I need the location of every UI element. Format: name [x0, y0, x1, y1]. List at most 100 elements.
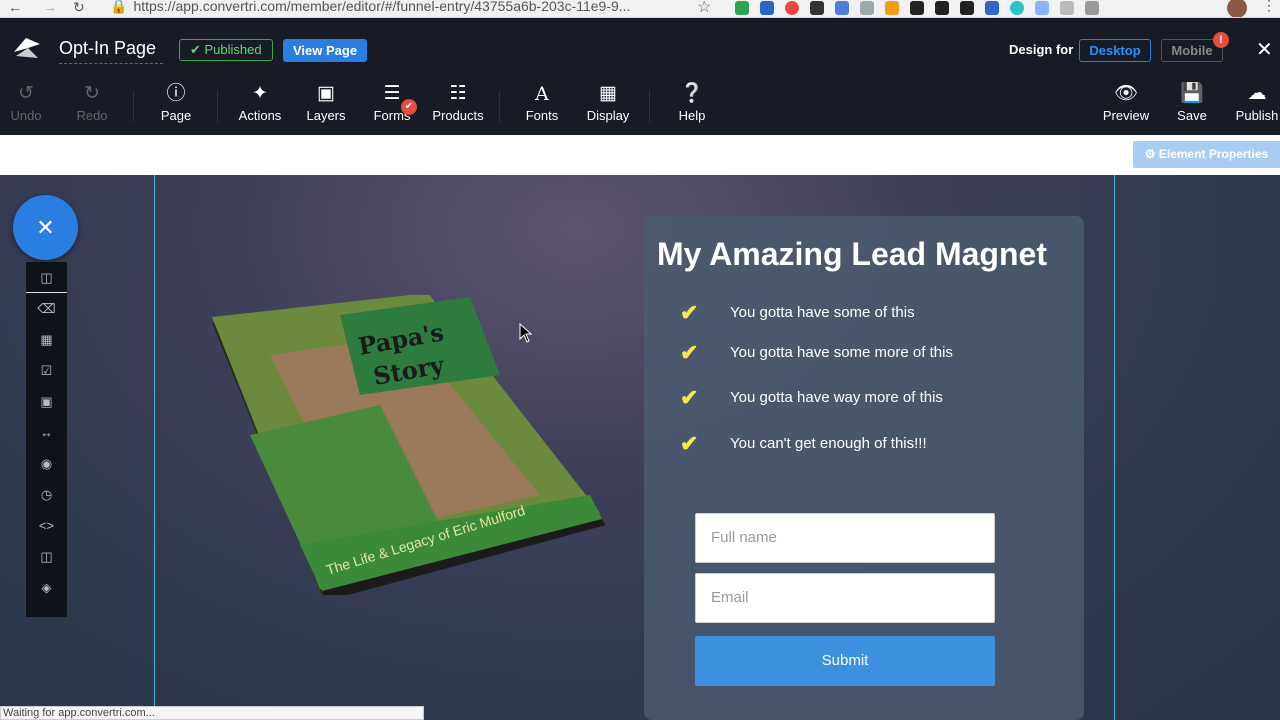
forward-icon[interactable]: →	[43, 0, 57, 15]
extension-icon[interactable]	[1035, 1, 1049, 15]
help-button[interactable]: ❔ Help	[657, 82, 727, 123]
toolbar-divider	[649, 92, 650, 122]
page-button[interactable]: ⓘ Page	[141, 82, 211, 123]
fonts-label: Fonts	[525, 108, 559, 123]
check-icon: ✔	[680, 385, 699, 410]
section-tool-icon[interactable]: ◫	[26, 262, 67, 293]
element-properties-button[interactable]: ⚙ Element Properties	[1133, 141, 1280, 168]
address-bar[interactable]: 🔒 https://app.convertri.com/member/editor…	[110, 0, 720, 17]
code-tool-icon[interactable]: <>	[26, 510, 67, 541]
products-label: Products	[432, 108, 484, 123]
undo-label: Undo	[10, 108, 42, 123]
element-tools-panel: ◫ ⌫ ▦ ☑ ▣ ↔ ◉ ◷ <> ◫ ◈	[26, 262, 67, 617]
timer-tool-icon[interactable]: ◷	[26, 479, 67, 510]
form-tool-icon[interactable]: ☑	[26, 355, 67, 386]
extension-icon[interactable]	[785, 1, 799, 15]
preview-button[interactable]: 👁 Preview	[1091, 82, 1161, 123]
extension-icon[interactable]	[985, 1, 999, 15]
extension-icon[interactable]	[1010, 1, 1024, 15]
view-page-button[interactable]: View Page	[283, 39, 368, 62]
extension-icon[interactable]	[810, 1, 824, 15]
redo-button[interactable]: ↻ Redo	[57, 82, 127, 123]
text-tool-icon[interactable]: ⌫	[26, 293, 67, 324]
bullet-item[interactable]: ✔ You can't get enough of this!!!	[680, 431, 1050, 457]
bullet-item[interactable]: ✔ You gotta have way more of this	[680, 385, 1050, 411]
publish-label: Publish	[1235, 108, 1279, 123]
page-title[interactable]: Opt-In Page	[59, 38, 163, 64]
box-tool-icon[interactable]: ▣	[26, 386, 67, 417]
submit-button[interactable]: Submit	[695, 636, 995, 686]
layers-button[interactable]: ▣ Layers	[291, 82, 361, 123]
publish-button[interactable]: ☁ Publish	[1222, 82, 1280, 123]
fullname-field[interactable]: Full name	[695, 513, 995, 563]
help-label: Help	[678, 108, 706, 123]
lead-magnet-title[interactable]: My Amazing Lead Magnet	[657, 236, 1077, 273]
published-badge[interactable]: ✔ Published	[179, 39, 273, 61]
actions-button[interactable]: ✦ Actions	[225, 82, 295, 123]
desktop-button[interactable]: Desktop	[1079, 39, 1151, 62]
ebook-cover: Papa's Story The Life & Legacy of Eric M…	[212, 293, 606, 601]
browser-menu-icon[interactable]: ⋮	[1262, 0, 1276, 14]
properties-strip	[0, 135, 1280, 175]
extension-icon[interactable]	[910, 1, 924, 15]
email-field[interactable]: Email	[695, 573, 995, 623]
image-tool-icon[interactable]: ▦	[26, 324, 67, 355]
info-icon: ⓘ	[166, 83, 186, 104]
extension-icon[interactable]	[760, 1, 774, 15]
extension-icon[interactable]	[1060, 1, 1074, 15]
save-icon: 💾	[1180, 83, 1204, 104]
video-tool-icon[interactable]: ◉	[26, 448, 67, 479]
design-for-label: Design for	[1009, 42, 1074, 57]
display-button[interactable]: ▦ Display	[573, 82, 643, 123]
magic-wand-icon: ✦	[252, 83, 268, 104]
divider-tool-icon[interactable]: ↔	[26, 417, 67, 448]
guide-line-left	[154, 175, 155, 720]
font-icon: A	[535, 83, 549, 105]
grid-icon: ▦	[599, 83, 617, 104]
display-label: Display	[586, 108, 630, 123]
extension-icon[interactable]	[960, 1, 974, 15]
close-icon[interactable]: ✕	[1256, 37, 1273, 62]
check-icon: ✔	[680, 340, 699, 365]
browser-toolbar: ← → ↻ 🔒 https://app.convertri.com/member/…	[0, 0, 1280, 18]
help-icon: ❔	[680, 83, 704, 104]
extension-icons	[735, 1, 1099, 15]
extension-icon[interactable]	[735, 1, 749, 15]
extension-icon[interactable]	[935, 1, 949, 15]
mouse-cursor-icon	[519, 323, 533, 343]
bullet-item[interactable]: ✔ You gotta have some of this	[680, 300, 1050, 326]
extension-icon[interactable]	[835, 1, 849, 15]
extension-icon[interactable]	[1085, 1, 1099, 15]
layers-icon: ▣	[317, 83, 335, 104]
optin-form-panel[interactable]: My Amazing Lead Magnet ✔ You gotta have s…	[644, 216, 1084, 720]
back-icon[interactable]: ←	[8, 0, 22, 15]
bullet-item[interactable]: ✔ You gotta have some more of this	[680, 340, 1050, 366]
bookmark-star-icon[interactable]: ☆	[697, 0, 711, 17]
products-button[interactable]: ☷ Products	[423, 82, 493, 123]
redo-label: Redo	[76, 108, 108, 123]
element-properties-label: Element Properties	[1158, 147, 1269, 161]
toolbar-divider	[217, 92, 218, 122]
save-button[interactable]: 💾 Save	[1157, 82, 1227, 123]
extension-icon[interactable]	[885, 1, 899, 15]
reload-icon[interactable]: ↻	[73, 0, 85, 16]
undo-button[interactable]: ↺ Undo	[0, 82, 61, 123]
convertri-logo-icon[interactable]	[12, 34, 42, 64]
forms-button[interactable]: ☰ Forms	[357, 82, 427, 123]
editor-canvas[interactable]: ✕ ◫ ⌫ ▦ ☑ ▣ ↔ ◉ ◷ <> ◫ ◈ Papa's Story Th…	[0, 175, 1280, 720]
cart-icon: ☷	[449, 83, 467, 104]
page-label: Page	[160, 108, 192, 123]
ebook-image[interactable]: Papa's Story The Life & Legacy of Eric M…	[210, 293, 610, 601]
preview-label: Preview	[1102, 108, 1150, 123]
cloud-upload-icon: ☁	[1247, 83, 1267, 104]
extension-icon[interactable]	[860, 1, 874, 15]
undo-icon: ↺	[18, 83, 34, 104]
layers-label: Layers	[306, 108, 346, 123]
close-elements-button[interactable]: ✕	[13, 195, 78, 260]
guide-line-right	[1114, 175, 1115, 720]
profile-avatar[interactable]	[1227, 0, 1247, 17]
layout-tool-icon[interactable]: ◫	[26, 541, 67, 572]
bullet-text: You can't get enough of this!!!	[730, 434, 927, 452]
misc-tool-icon[interactable]: ◈	[26, 572, 67, 603]
fonts-button[interactable]: A Fonts	[507, 82, 577, 123]
